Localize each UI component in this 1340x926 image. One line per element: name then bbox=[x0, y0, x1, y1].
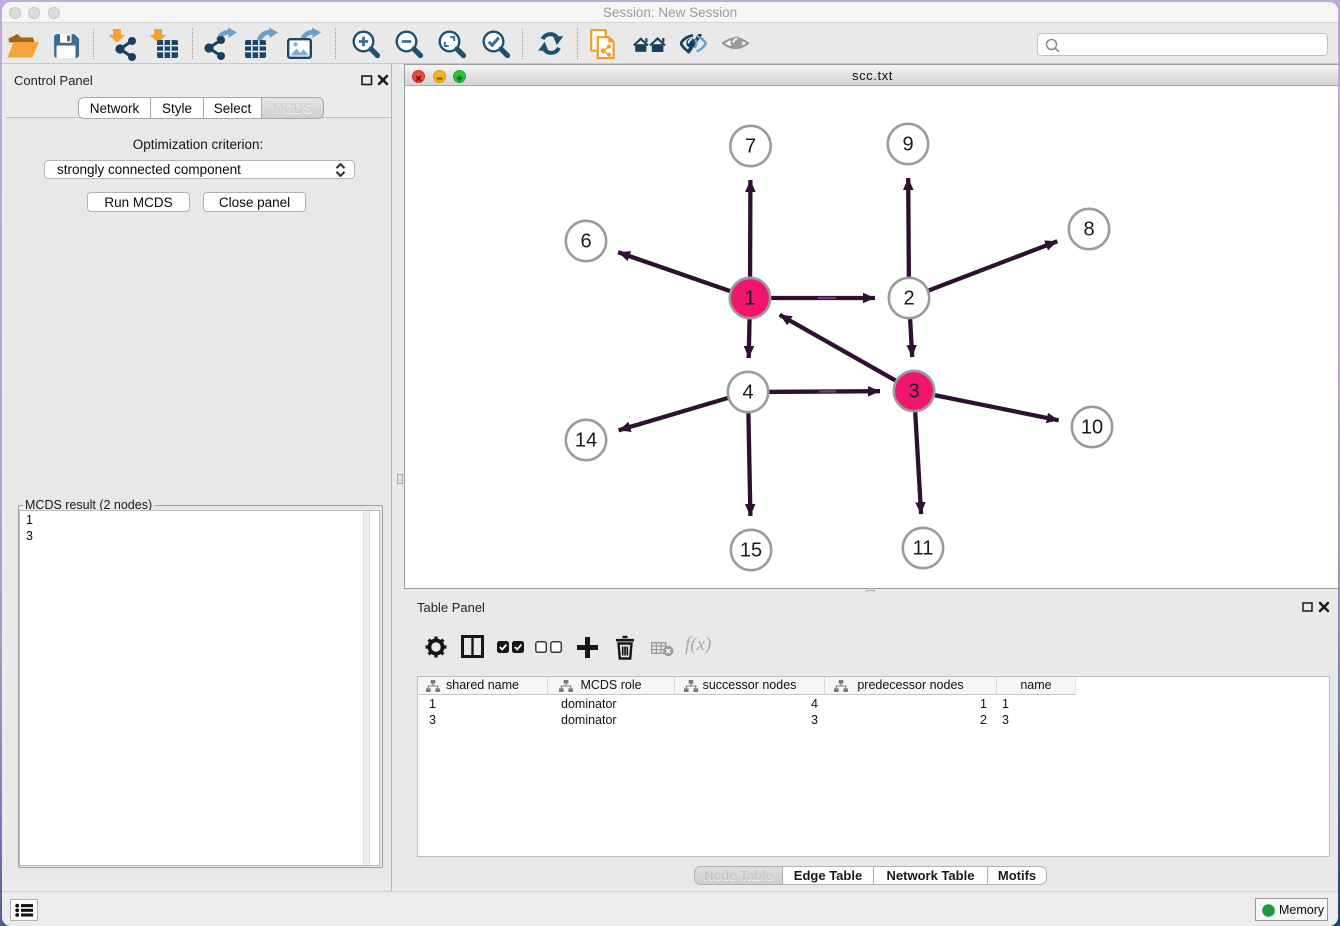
svg-text:3: 3 bbox=[908, 381, 919, 403]
svg-text:10: 10 bbox=[1081, 417, 1103, 439]
svg-text:8: 8 bbox=[1083, 219, 1094, 241]
svg-text:4: 4 bbox=[742, 382, 753, 404]
svg-text:2: 2 bbox=[903, 288, 914, 310]
svg-text:15: 15 bbox=[740, 540, 762, 562]
svg-text:1: 1 bbox=[744, 288, 755, 310]
svg-text:7: 7 bbox=[745, 136, 756, 158]
svg-text:14: 14 bbox=[575, 430, 597, 452]
svg-text:6: 6 bbox=[580, 231, 591, 253]
svg-text:9: 9 bbox=[902, 134, 913, 156]
svg-text:11: 11 bbox=[913, 538, 934, 560]
